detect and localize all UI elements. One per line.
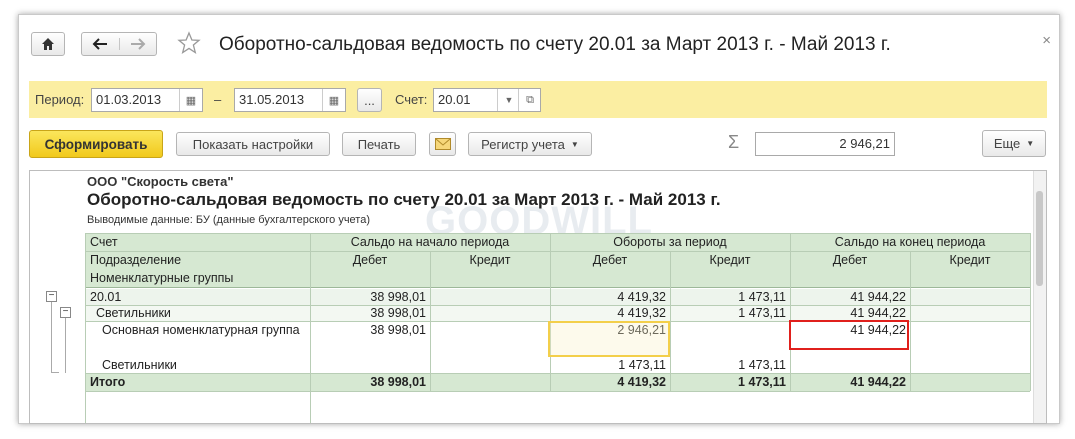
- arrow-right-icon: [130, 38, 146, 50]
- row-subdivision-closing-debit: 41 944,22: [850, 306, 906, 320]
- account-value: 20.01: [438, 92, 471, 107]
- tree-collapse-icon[interactable]: −: [60, 307, 71, 318]
- header-turnover-credit: Кредит: [709, 253, 751, 267]
- grid-line: [85, 391, 1030, 392]
- caret-down-icon: ▼: [1026, 139, 1035, 148]
- report-area: GOODWILL ООО "Скорость света" Оборотно-с…: [29, 170, 1047, 424]
- favorite-star-icon[interactable]: [177, 31, 201, 60]
- scrollbar-thumb[interactable]: [1036, 191, 1043, 286]
- account-field[interactable]: 20.01 ▼ ⧉: [433, 88, 541, 112]
- register-button[interactable]: Регистр учета ▼: [468, 132, 592, 156]
- total-opening-debit: 38 998,01: [370, 375, 426, 389]
- sum-value: 2 946,21: [839, 136, 890, 151]
- tree-line: [65, 318, 66, 373]
- row-subdivision-opening-debit: 38 998,01: [370, 306, 426, 320]
- header-closing-credit: Кредит: [949, 253, 991, 267]
- header-opening-credit: Кредит: [469, 253, 511, 267]
- row-account-turnover-debit: 4 419,32: [617, 290, 666, 304]
- highlight-closing-box: [789, 320, 909, 350]
- period-dash: –: [214, 92, 222, 107]
- header-groups: Номенклатурные группы: [90, 271, 234, 285]
- open-icon[interactable]: ⧉: [518, 89, 541, 111]
- calendar-icon[interactable]: ▦: [322, 89, 345, 111]
- total-label: Итого: [90, 375, 126, 389]
- register-label: Регистр учета: [481, 136, 565, 152]
- report-title: Оборотно-сальдовая ведомость по счету 20…: [87, 190, 721, 209]
- generate-button[interactable]: Сформировать: [29, 130, 163, 158]
- row-account-opening-debit: 38 998,01: [370, 290, 426, 304]
- row-account-closing-debit: 41 944,22: [850, 290, 906, 304]
- envelope-icon: [434, 138, 451, 150]
- header-closing-debit: Дебет: [832, 253, 868, 267]
- row-subdivision-name: Светильники: [96, 306, 171, 320]
- arrow-left-icon: [92, 38, 108, 50]
- print-button[interactable]: Печать: [342, 132, 416, 156]
- sigma-icon: Σ: [728, 132, 740, 152]
- account-label: Счет:: [395, 92, 428, 107]
- header-opening-debit: Дебет: [352, 253, 388, 267]
- row-account-name: 20.01: [90, 290, 122, 304]
- period-select-button[interactable]: ...: [357, 88, 382, 112]
- grid-line: [85, 233, 1030, 234]
- home-button[interactable]: [31, 32, 65, 56]
- grid-line: [910, 251, 911, 391]
- row-group2-turnover-debit: 1 473,11: [618, 358, 666, 372]
- header-turnover-debit: Дебет: [592, 253, 628, 267]
- row-group-name: Основная номенклатурная группа: [102, 323, 300, 337]
- tree-line: [51, 302, 52, 372]
- chevron-down-icon[interactable]: ▼: [497, 89, 520, 111]
- calendar-icon[interactable]: ▦: [179, 89, 202, 111]
- vertical-scrollbar[interactable]: [1033, 171, 1046, 423]
- row-group2-name: Светильники: [102, 358, 177, 372]
- row-group2-turnover-credit: 1 473,11: [738, 358, 786, 372]
- show-settings-button[interactable]: Показать настройки: [176, 132, 330, 156]
- grid-line: [85, 373, 1030, 374]
- back-button[interactable]: [82, 38, 120, 50]
- more-button[interactable]: Еще ▼: [982, 130, 1046, 157]
- row-group-opening-debit: 38 998,01: [370, 323, 426, 337]
- filter-bar: Период: 01.03.2013 ▦ – 31.05.2013 ▦ ... …: [29, 81, 1047, 118]
- caret-down-icon: ▼: [570, 139, 579, 149]
- grid-line: [1030, 233, 1031, 391]
- output-data-label: Выводимые данные: БУ (данные бухгалтерск…: [87, 214, 370, 226]
- header-closing: Сальдо на конец периода: [834, 235, 986, 249]
- report-window: Оборотно-сальдовая ведомость по счету 20…: [18, 14, 1060, 424]
- header-subdivision: Подразделение: [90, 253, 182, 267]
- highlight-turnover-box: [548, 321, 670, 357]
- forward-button[interactable]: [120, 38, 157, 50]
- window-title: Оборотно-сальдовая ведомость по счету 20…: [219, 34, 891, 55]
- grid-line: [85, 251, 1030, 252]
- row-subdivision-turnover-debit: 4 419,32: [617, 306, 666, 320]
- organization-name: ООО "Скорость света": [87, 174, 234, 189]
- date-to-field[interactable]: 31.05.2013 ▦: [234, 88, 346, 112]
- header-turnover: Обороты за период: [613, 235, 727, 249]
- total-turnover-credit: 1 473,11: [738, 375, 786, 389]
- date-to-value: 31.05.2013: [239, 92, 305, 107]
- grid-line: [85, 287, 1030, 288]
- nav-buttons: [81, 32, 157, 56]
- more-label: Еще: [993, 136, 1021, 151]
- sum-field: 2 946,21: [755, 132, 895, 156]
- email-button[interactable]: [429, 132, 456, 156]
- tree-collapse-icon[interactable]: −: [46, 291, 57, 302]
- row-subdivision-turnover-credit: 1 473,11: [738, 306, 786, 320]
- header-opening: Сальдо на начало периода: [350, 235, 510, 249]
- date-from-value: 01.03.2013: [96, 92, 162, 107]
- tree-line: [51, 372, 59, 373]
- home-icon: [42, 38, 54, 50]
- date-from-field[interactable]: 01.03.2013 ▦: [91, 88, 203, 112]
- close-icon[interactable]: ×: [1042, 32, 1051, 49]
- row-account-turnover-credit: 1 473,11: [738, 290, 786, 304]
- total-closing-debit: 41 944,22: [850, 375, 906, 389]
- period-label: Период:: [35, 92, 85, 107]
- header-account: Счет: [90, 235, 118, 249]
- total-turnover-debit: 4 419,32: [617, 375, 666, 389]
- grid-line: [85, 233, 86, 423]
- grid-line: [430, 251, 431, 391]
